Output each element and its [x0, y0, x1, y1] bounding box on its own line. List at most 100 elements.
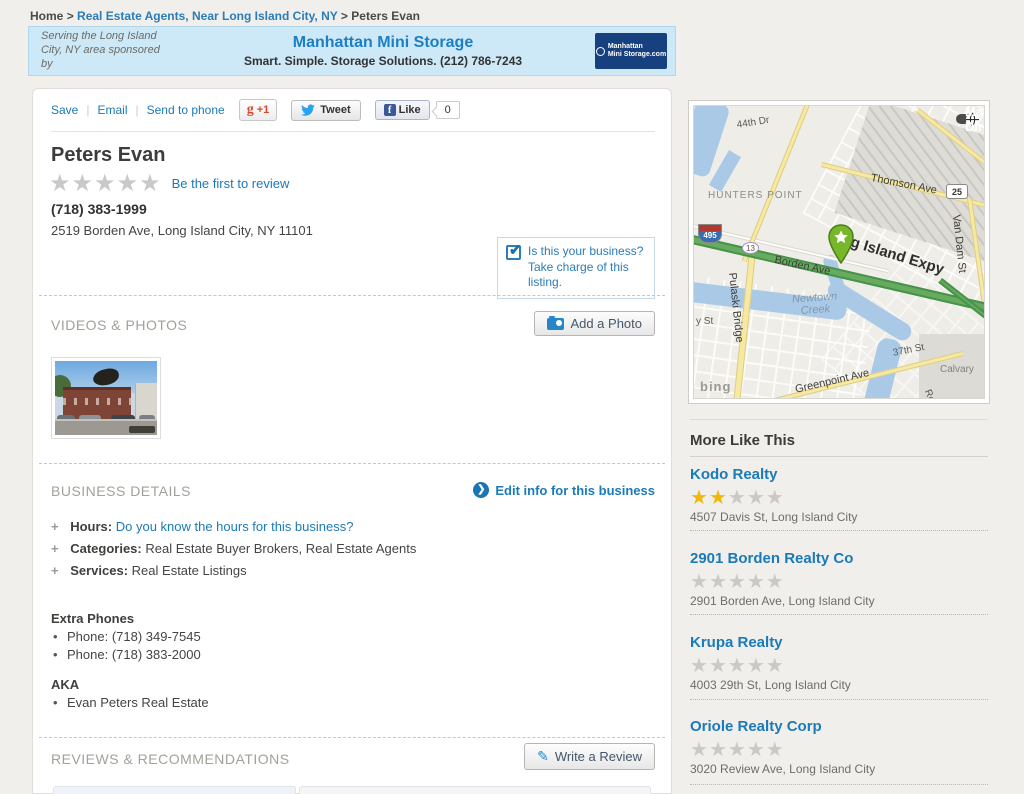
map-directions-button[interactable]: Map & Directions: [956, 114, 978, 124]
arrow-circle-icon: ❯: [473, 482, 489, 498]
aka-title: AKA: [51, 677, 79, 692]
videos-photos-title: VIDEOS & PHOTOS: [51, 317, 187, 333]
photo-watermark: [129, 426, 155, 433]
services-label: Services:: [70, 563, 128, 578]
aka-item: Evan Peters Real Estate: [67, 695, 209, 710]
services-row: + Services: Real Estate Listings: [51, 563, 247, 578]
camera-icon: [547, 318, 564, 330]
write-review-button[interactable]: ✎ Write a Review: [524, 743, 655, 770]
listing-address: 3020 Review Ave, Long Island City: [690, 762, 988, 776]
claim-business-box[interactable]: Is this your business? Take charge of th…: [497, 237, 655, 299]
extra-phone-item: Phone: (718) 349-7545: [67, 629, 201, 644]
listing-address: 2901 Borden Ave, Long Island City: [690, 594, 988, 608]
listing-name-link[interactable]: Kodo Realty: [690, 466, 988, 483]
breadcrumb-category-link[interactable]: Real Estate Agents, Near Long Island Cit…: [77, 9, 338, 23]
like-label: Like: [399, 104, 421, 116]
send-to-phone-link[interactable]: Send to phone: [147, 103, 225, 117]
breadcrumb-separator: >: [67, 9, 74, 23]
i495-shield: 495: [698, 224, 722, 243]
similar-listing: Kodo Realty ★★★★★ 4507 Davis St, Long Is…: [690, 466, 988, 524]
sponsor-note: Serving the Long Island City, NY area sp…: [41, 30, 171, 71]
add-photo-button[interactable]: Add a Photo: [534, 311, 655, 336]
main-panel: Save | Email | Send to phone g +1 Tweet …: [32, 88, 672, 794]
star-rating: ★★★★★: [690, 653, 988, 678]
divider: [690, 419, 988, 420]
plus-icon: +: [51, 563, 59, 578]
listing-address: 4003 29th St, Long Island City: [690, 678, 988, 692]
page: Home > Real Estate Agents, Near Long Isl…: [0, 0, 1024, 794]
action-bar: Save | Email | Send to phone g +1 Tweet …: [51, 99, 460, 121]
facebook-icon: f: [384, 104, 396, 116]
categories-label: Categories:: [70, 541, 142, 556]
business-phone: (718) 383-1999: [51, 201, 147, 217]
claim-line1: Is this your business?: [528, 244, 643, 258]
similar-listing: 2901 Borden Realty Co ★★★★★ 2901 Borden …: [690, 550, 988, 608]
business-name: Peters Evan: [51, 144, 166, 167]
map-label-44th-dr: 44th Dr: [736, 115, 770, 131]
hours-row: + Hours: Do you know the hours for this …: [51, 519, 353, 534]
listing-name-link[interactable]: 2901 Borden Realty Co: [690, 550, 988, 567]
divider: [39, 737, 665, 738]
map-label-y-st: y St: [696, 316, 713, 327]
plus-icon: +: [51, 519, 59, 534]
route-13-shield: 13: [742, 242, 759, 254]
breadcrumb-home-link[interactable]: Home: [30, 9, 63, 23]
advertiser-logo-text: Mini Storage.com: [608, 51, 666, 58]
divider: [690, 699, 988, 700]
divider: |: [136, 103, 139, 117]
advertiser-logo[interactable]: Manhattan Mini Storage.com: [595, 33, 667, 69]
twitter-bird-icon: [301, 104, 316, 117]
services-value: Real Estate Listings: [132, 563, 247, 578]
breadcrumb-separator: >: [341, 9, 348, 23]
facebook-like-button[interactable]: f Like: [375, 100, 430, 120]
similar-listing: Krupa Realty ★★★★★ 4003 29th St, Long Is…: [690, 634, 988, 692]
like-count-badge: 0: [436, 101, 460, 119]
tweet-label: Tweet: [320, 104, 350, 116]
breadcrumb-current: Peters Evan: [351, 9, 420, 23]
divider: [690, 784, 988, 785]
advertiser-link[interactable]: Manhattan Mini Storage: [171, 34, 595, 52]
write-review-label: Write a Review: [555, 749, 642, 764]
hours-link[interactable]: Do you know the hours for this business?: [116, 519, 354, 534]
add-photo-label: Add a Photo: [570, 316, 642, 331]
extra-phones-title: Extra Phones: [51, 611, 134, 626]
business-photo-thumbnail[interactable]: [51, 357, 161, 439]
plus-icon: +: [51, 541, 59, 556]
route-25-shield: 25: [946, 184, 968, 199]
map-widget[interactable]: 44th Dr 25 Thomson Ave HUNTERS POINT 495…: [688, 100, 990, 404]
edit-business-info-link[interactable]: ❯ Edit info for this business: [473, 482, 655, 498]
review-tab[interactable]: [53, 786, 296, 794]
review-tab[interactable]: [299, 786, 651, 794]
business-rating-row: ★★★★★ Be the first to review: [49, 169, 289, 198]
map-canvas: 44th Dr 25 Thomson Ave HUNTERS POINT 495…: [693, 105, 985, 399]
extra-phone-item: Phone: (718) 383-2000: [67, 647, 201, 662]
star-rating: ★★★★★: [690, 569, 988, 594]
star-rating: ★★★★★: [690, 737, 988, 762]
listing-name-link[interactable]: Krupa Realty: [690, 634, 988, 651]
listing-name-link[interactable]: Oriole Realty Corp: [690, 718, 988, 735]
be-first-to-review-link[interactable]: Be the first to review: [172, 176, 290, 191]
google-icon: g: [247, 102, 254, 118]
reviews-title: REVIEWS & RECOMMENDATIONS: [51, 751, 290, 767]
checkbox-icon: [506, 245, 521, 260]
divider: |: [86, 103, 89, 117]
tweet-button[interactable]: Tweet: [291, 100, 360, 121]
star-rating: ★★★★★: [49, 169, 162, 198]
claim-line2: Take charge of this listing.: [528, 260, 629, 290]
google-plus-one-button[interactable]: g +1: [239, 99, 278, 121]
map-pin-icon: [827, 224, 855, 264]
save-link[interactable]: Save: [51, 103, 78, 117]
divider: [39, 463, 665, 464]
divider: [690, 530, 988, 531]
star-rating: ★★★★★: [690, 485, 988, 510]
email-link[interactable]: Email: [97, 103, 127, 117]
categories-row: + Categories: Real Estate Buyer Brokers,…: [51, 541, 416, 556]
hours-label: Hours:: [70, 519, 112, 534]
more-like-this-title: More Like This: [690, 432, 988, 457]
similar-listing: Oriole Realty Corp ★★★★★ 3020 Review Ave…: [690, 718, 988, 776]
divider: [39, 295, 665, 296]
map-directions-label: Map & Directions: [965, 105, 985, 134]
map-label-calvary: Calvary: [940, 364, 974, 375]
storefront-photo: [55, 361, 157, 435]
sponsor-banner: Serving the Long Island City, NY area sp…: [28, 26, 676, 76]
